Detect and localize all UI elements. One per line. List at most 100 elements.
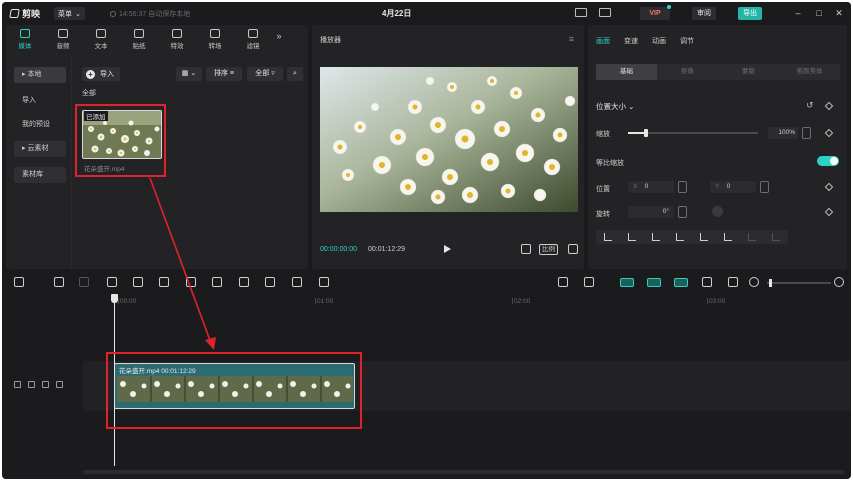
horizontal-scrollbar[interactable]	[83, 470, 844, 474]
distribute-h-icon[interactable]	[748, 233, 756, 241]
align-left-icon[interactable]	[604, 233, 612, 241]
track-visibility-icon[interactable]	[14, 381, 21, 388]
auto-snap-icon[interactable]	[647, 278, 661, 287]
reverse-icon[interactable]	[239, 277, 249, 287]
main-menu-button[interactable]: 菜单 ⌄	[54, 7, 85, 20]
align-bottom-icon[interactable]	[724, 233, 732, 241]
zoom-slider[interactable]	[767, 279, 831, 287]
mirror-icon[interactable]	[265, 277, 275, 287]
position-x-stepper[interactable]	[678, 181, 687, 193]
sort-button[interactable]: 排序 ≡	[206, 67, 242, 81]
keyboard-icon[interactable]	[575, 8, 587, 17]
close-icon[interactable]: ✕	[833, 7, 845, 19]
distribute-v-icon[interactable]	[772, 233, 780, 241]
lock-icon[interactable]	[28, 381, 35, 388]
rotate-icon[interactable]	[292, 277, 302, 287]
fullscreen-crop-icon[interactable]	[521, 244, 531, 254]
scale-input[interactable]: 100%	[768, 127, 798, 139]
fullscreen-icon[interactable]	[568, 244, 578, 254]
subtab-mask[interactable]: 蒙版	[718, 64, 779, 80]
filter-button[interactable]: 全部 ▿	[247, 67, 283, 81]
undo-icon[interactable]	[54, 277, 64, 287]
tab-filter[interactable]: 滤镜	[234, 25, 272, 52]
split-left-icon[interactable]	[133, 277, 143, 287]
effects-icon	[172, 29, 182, 38]
more-tabs-button[interactable]: »	[272, 25, 286, 52]
import-button[interactable]: + 导入	[82, 67, 120, 81]
caption-icon[interactable]	[728, 277, 738, 287]
tab-picture[interactable]: 画面	[596, 36, 610, 46]
tab-text[interactable]: 文本	[82, 25, 120, 52]
ratio-button[interactable]: 比例	[539, 244, 558, 255]
select-cursor-icon[interactable]	[14, 277, 24, 287]
playhead-handle[interactable]	[111, 294, 118, 303]
media-tabs: 媒体 音频 文本 贴纸 特效 转场 滤镜 »	[6, 25, 308, 52]
view-toggle-button[interactable]: ▦ ⌄	[176, 67, 202, 81]
link-icon[interactable]	[674, 278, 688, 287]
sidebar-item-library[interactable]: 素材库	[14, 167, 66, 183]
smart-effect-icon[interactable]	[558, 277, 568, 287]
rotation-stepper[interactable]	[678, 206, 687, 218]
keyframe-icon[interactable]	[824, 128, 834, 138]
tab-speed[interactable]: 变速	[624, 36, 638, 46]
main-track-magnet-icon[interactable]	[620, 278, 634, 287]
align-right-icon[interactable]	[652, 233, 660, 241]
keyframe-icon[interactable]	[824, 182, 834, 192]
section-title[interactable]: 位置大小 ⌄	[596, 101, 634, 112]
position-y-field[interactable]: Y 0	[710, 181, 756, 193]
tab-adjust[interactable]: 调节	[680, 36, 694, 46]
zoom-slider-handle[interactable]	[769, 279, 772, 287]
tab-animation[interactable]: 动画	[652, 36, 666, 46]
zoom-in-icon[interactable]	[834, 277, 844, 287]
maximize-icon[interactable]: □	[813, 7, 825, 19]
video-preview[interactable]	[320, 67, 578, 212]
reset-icon[interactable]: ↺	[806, 100, 814, 111]
rotation-input[interactable]: 0°	[628, 206, 674, 218]
mute-icon[interactable]	[56, 381, 63, 388]
eye-icon[interactable]	[42, 381, 49, 388]
redo-icon[interactable]	[79, 277, 89, 287]
tab-audio[interactable]: 音频	[44, 25, 82, 52]
sidebar-item-import[interactable]: 导入	[14, 93, 66, 109]
crop-icon[interactable]	[319, 277, 329, 287]
sticker-icon	[134, 29, 144, 38]
tab-media[interactable]: 媒体	[6, 25, 44, 52]
scale-stepper[interactable]	[802, 127, 811, 139]
keyframe-icon[interactable]	[824, 207, 834, 217]
split-right-icon[interactable]	[159, 277, 169, 287]
review-button[interactable]: 审阅	[692, 7, 716, 20]
sidebar-item-cloud[interactable]: ▸ 云素材	[14, 141, 66, 157]
tab-effects[interactable]: 特效	[158, 25, 196, 52]
tab-transition[interactable]: 转场	[196, 25, 234, 52]
menu-icon[interactable]: ≡	[569, 34, 574, 44]
keyframe-icon[interactable]	[824, 101, 834, 111]
position-x-field[interactable]: X 0	[628, 181, 674, 193]
microphone-icon[interactable]	[584, 277, 594, 287]
subtab-beauty[interactable]: 美颜美体	[779, 64, 840, 80]
sidebar-item-local[interactable]: ▸ 本地	[14, 67, 66, 83]
preview-axis-icon[interactable]	[702, 277, 712, 287]
rotate-dial-icon[interactable]	[712, 206, 723, 217]
subtab-basic[interactable]: 基础	[596, 64, 657, 80]
split-icon[interactable]	[107, 277, 117, 287]
scale-slider-handle[interactable]	[644, 129, 649, 137]
minimize-icon[interactable]: –	[792, 7, 804, 19]
export-button[interactable]: 导出	[738, 7, 762, 20]
play-icon[interactable]	[444, 245, 451, 253]
layout-icon[interactable]	[599, 8, 611, 17]
vip-button[interactable]: VIP	[640, 7, 670, 20]
position-y-stepper[interactable]	[760, 181, 769, 193]
align-center-v-icon[interactable]	[700, 233, 708, 241]
search-icon[interactable]: ⌕	[287, 67, 303, 81]
tab-sticker[interactable]: 贴纸	[120, 25, 158, 52]
zoom-out-icon[interactable]	[749, 277, 759, 287]
uniform-scale-toggle[interactable]	[817, 156, 839, 166]
sidebar-item-presets[interactable]: 我的预设	[14, 117, 66, 133]
scale-slider[interactable]	[628, 129, 758, 137]
player-panel: 播放器 ≡ 00:00:00:00 00:01:12:29 比例	[312, 25, 584, 269]
subtab-cutout[interactable]: 抠像	[657, 64, 718, 80]
delete-icon[interactable]	[186, 277, 196, 287]
freeze-icon[interactable]	[212, 277, 222, 287]
align-top-icon[interactable]	[676, 233, 684, 241]
align-center-h-icon[interactable]	[628, 233, 636, 241]
